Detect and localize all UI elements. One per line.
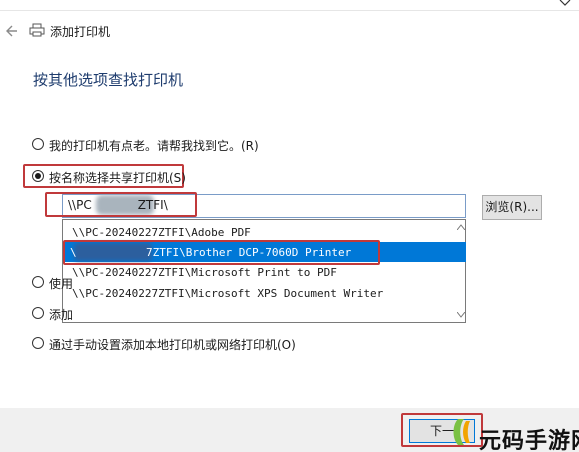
watermark-text: 元码手游网	[479, 429, 579, 452]
window-title: 添加打印机	[50, 25, 111, 39]
radio-shared-printer[interactable]	[32, 170, 44, 182]
radio-old-printer[interactable]	[32, 138, 44, 150]
close-icon[interactable]	[559, 0, 571, 8]
printer-icon	[29, 23, 45, 37]
highlight-box-selected-item	[63, 240, 380, 265]
option-old-printer-label[interactable]: 我的打印机有点老。请帮我找到它。(R)	[49, 137, 259, 154]
option-manual-setup-label[interactable]: 通过手动设置添加本地打印机或网络打印机(O)	[49, 336, 296, 353]
scroll-down-icon[interactable]	[457, 312, 465, 318]
radio-add[interactable]	[32, 307, 44, 319]
scroll-up-icon[interactable]	[457, 224, 465, 230]
radio-manual-setup[interactable]	[32, 337, 44, 349]
radio-use[interactable]	[32, 276, 44, 288]
dropdown-item-print-to-pdf[interactable]: \\PC-20240227ZTFI\Microsoft Print to PDF	[72, 266, 337, 279]
option-add-label[interactable]: 添加	[49, 306, 73, 323]
back-arrow-icon[interactable]	[6, 24, 18, 38]
highlight-box-path	[45, 192, 197, 217]
option-use-label[interactable]: 使用	[49, 275, 73, 292]
top-divider	[0, 10, 579, 11]
page-heading: 按其他选项查找打印机	[33, 71, 184, 89]
option-shared-printer-label[interactable]: 按名称选择共享打印机(S)	[49, 169, 186, 186]
dropdown-item-adobe-pdf[interactable]: \\PC-20240227ZTFI\Adobe PDF	[72, 226, 251, 239]
dropdown-item-xps-writer[interactable]: \\PC-20240227ZTFI\Microsoft XPS Document…	[72, 287, 383, 300]
browse-button[interactable]: 浏览(R)...	[482, 195, 542, 220]
